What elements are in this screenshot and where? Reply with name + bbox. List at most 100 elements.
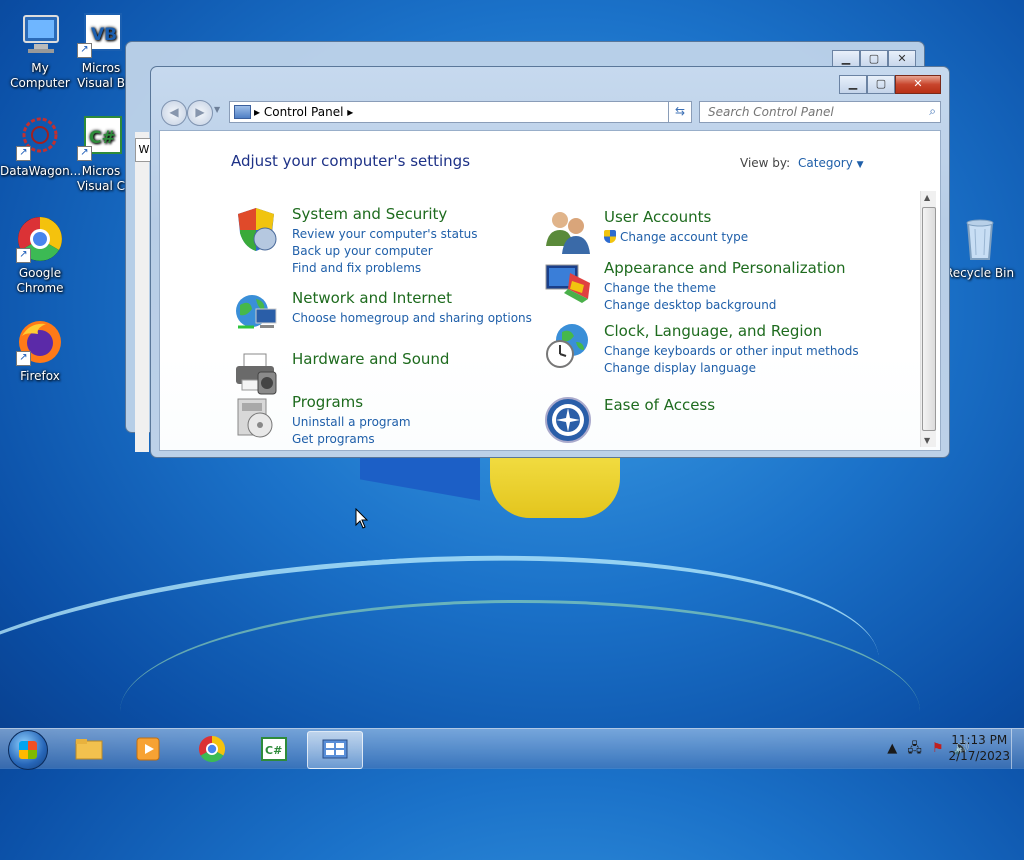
- control-panel-window[interactable]: ▁ ▢ ✕ ◀ ▶ ▼ ▸ Control Panel ▸ ▼ ⇆ ⌕ Adju…: [150, 66, 950, 458]
- computer-icon: [16, 10, 64, 58]
- close-button[interactable]: ✕: [895, 75, 941, 94]
- visual-csharp-icon: C#: [261, 737, 287, 761]
- firefox-icon: ↗: [16, 318, 64, 366]
- category-title[interactable]: System and Security: [292, 205, 447, 223]
- category-title[interactable]: Network and Internet: [292, 289, 452, 307]
- task-link[interactable]: Change keyboards or other input methods: [604, 343, 859, 360]
- task-link[interactable]: Change display language: [604, 360, 859, 377]
- globe-clock-icon: [544, 322, 592, 370]
- shortcut-arrow-icon: ↗: [16, 146, 31, 161]
- svg-text:C#: C#: [265, 744, 282, 757]
- shortcut-arrow-icon: ↗: [16, 248, 31, 263]
- desktop-icon-datawagon[interactable]: ↗ DataWagon...: [0, 113, 81, 179]
- search-icon[interactable]: ⌕: [929, 104, 936, 119]
- shortcut-arrow-icon: ↗: [77, 146, 92, 161]
- background-window-content: [135, 132, 149, 452]
- taskbar-file-explorer[interactable]: [62, 731, 116, 767]
- scroll-up-icon[interactable]: ▲: [924, 193, 930, 202]
- minimize-button[interactable]: ▁: [839, 75, 867, 94]
- breadcrumb[interactable]: ▸ Control Panel ▸: [254, 104, 353, 120]
- control-panel-icon: [234, 105, 251, 119]
- maximize-button[interactable]: ▢: [867, 75, 895, 94]
- show-desktop-button[interactable]: [1011, 729, 1024, 769]
- category-title[interactable]: Hardware and Sound: [292, 350, 449, 368]
- navigation-bar: ◀ ▶ ▼ ▸ Control Panel ▸ ▼ ⇆ ⌕: [159, 97, 941, 127]
- taskbar-chrome[interactable]: [185, 731, 239, 767]
- chevron-down-icon: ▼: [856, 160, 864, 170]
- search-box[interactable]: ⌕: [699, 101, 941, 123]
- category-title[interactable]: Programs: [292, 393, 363, 411]
- desktop-icon-chrome[interactable]: ↗ Google Chrome: [0, 215, 80, 296]
- task-link[interactable]: Review your computer's status: [292, 226, 478, 243]
- monitor-palette-icon: [544, 259, 592, 307]
- desktop-icon-my-computer[interactable]: My Computer: [0, 10, 80, 91]
- desktop-icon-firefox[interactable]: ↗ Firefox: [0, 318, 80, 384]
- printer-icon: [232, 350, 280, 398]
- chrome-icon: ↗: [16, 215, 64, 263]
- datawagon-icon: ↗: [16, 113, 64, 161]
- task-link[interactable]: Change the theme: [604, 280, 776, 297]
- caption-buttons: ▁ ▢ ✕: [839, 75, 941, 94]
- forward-button[interactable]: ▶: [187, 100, 213, 126]
- start-button[interactable]: [8, 730, 48, 770]
- content-pane: Adjust your computer's settings View by:…: [159, 130, 941, 451]
- category-links: Review your computer's status Back up yo…: [292, 226, 478, 277]
- category-links: Change the theme Change desktop backgrou…: [604, 280, 776, 314]
- back-button[interactable]: ◀: [161, 100, 187, 126]
- visual-csharp-icon: C# ↗: [77, 113, 125, 161]
- scroll-down-icon[interactable]: ▼: [924, 436, 930, 445]
- category-links: Uninstall a program Get programs: [292, 414, 411, 448]
- desktop-icon-visual-basic[interactable]: VB ↗ Micros Visual B: [70, 10, 132, 91]
- breadcrumb-control-panel[interactable]: Control Panel: [264, 105, 344, 119]
- network-icon: [232, 289, 280, 337]
- category-links: Change keyboards or other input methods …: [604, 343, 859, 377]
- task-link[interactable]: Change desktop background: [604, 297, 776, 314]
- shield-icon: [232, 205, 280, 253]
- refresh-button[interactable]: ⇆: [668, 101, 692, 123]
- wallpaper-swoosh: [120, 600, 920, 823]
- show-hidden-icons-button[interactable]: ▲: [887, 741, 897, 756]
- vertical-scrollbar[interactable]: ▲ ▼: [920, 191, 936, 447]
- action-center-icon[interactable]: ⚑: [932, 741, 944, 756]
- taskbar-control-panel[interactable]: [307, 731, 363, 769]
- search-input[interactable]: [706, 104, 915, 120]
- recycle-bin-icon: [956, 215, 1004, 263]
- uac-shield-icon: [604, 230, 616, 243]
- recent-pages-dropdown[interactable]: ▼: [214, 105, 220, 114]
- programs-icon: [232, 393, 280, 441]
- scroll-thumb[interactable]: [922, 207, 936, 431]
- address-bar[interactable]: ▸ Control Panel ▸ ▼: [229, 101, 691, 123]
- category-title[interactable]: Appearance and Personalization: [604, 259, 846, 277]
- task-link[interactable]: Find and fix problems: [292, 260, 478, 277]
- clock-time: 11:13 PM: [951, 733, 1008, 747]
- svg-text:C#: C#: [89, 128, 116, 148]
- taskbar-media-player[interactable]: [122, 731, 176, 767]
- task-link[interactable]: Get programs: [292, 431, 411, 448]
- task-link[interactable]: Change account type: [604, 229, 748, 246]
- system-clock[interactable]: 11:13 PM 2/17/2023: [948, 732, 1010, 764]
- mouse-cursor-icon: [355, 508, 369, 529]
- category-title[interactable]: User Accounts: [604, 208, 711, 226]
- category-links: Choose homegroup and sharing options: [292, 310, 532, 327]
- view-by-dropdown[interactable]: Category ▼: [798, 156, 864, 170]
- visual-basic-icon: VB ↗: [77, 10, 125, 58]
- clock-date: 2/17/2023: [948, 749, 1010, 763]
- chrome-icon: [198, 735, 226, 763]
- taskbar-visual-csharp[interactable]: C#: [247, 731, 301, 767]
- shortcut-arrow-icon: ↗: [16, 351, 31, 366]
- category-title[interactable]: Ease of Access: [604, 396, 715, 414]
- task-link[interactable]: Uninstall a program: [292, 414, 411, 431]
- task-link[interactable]: Back up your computer: [292, 243, 478, 260]
- category-title[interactable]: Clock, Language, and Region: [604, 322, 822, 340]
- svg-text:VB: VB: [91, 25, 117, 45]
- task-link[interactable]: Choose homegroup and sharing options: [292, 310, 532, 327]
- users-icon: [544, 208, 592, 256]
- shortcut-arrow-icon: ↗: [77, 43, 92, 58]
- wallpaper-swoosh: [0, 525, 889, 860]
- page-title: Adjust your computer's settings: [231, 152, 471, 170]
- windows-logo-icon: [19, 741, 37, 759]
- file-explorer-icon: [75, 739, 103, 760]
- taskbar: C# ▲ 🖧 ⚑ 🔊 11:13 PM 2/17/2023: [0, 728, 1024, 770]
- network-status-icon[interactable]: 🖧: [907, 741, 922, 756]
- desktop-icon-visual-csharp[interactable]: C# ↗ Micros Visual C: [70, 113, 132, 194]
